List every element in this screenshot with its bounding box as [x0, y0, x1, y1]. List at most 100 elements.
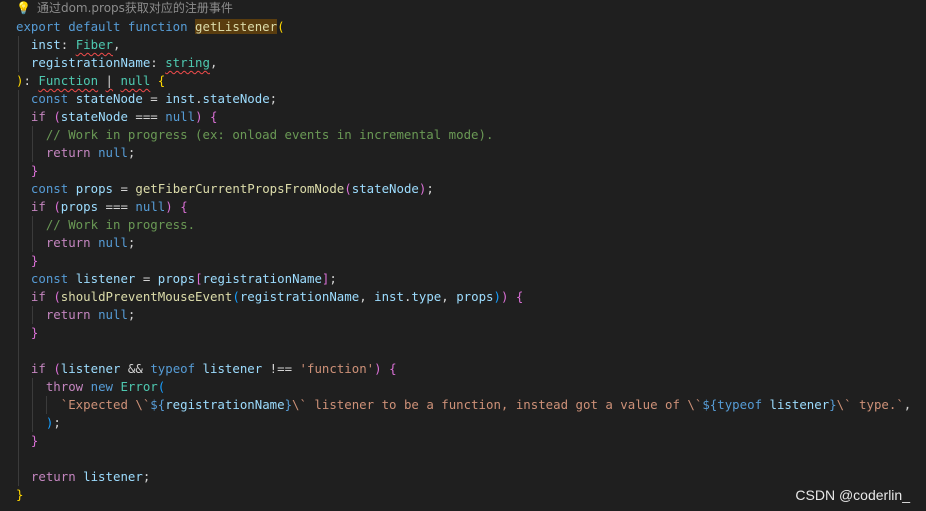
- code-token: {: [389, 361, 397, 376]
- code-token: {: [157, 73, 166, 88]
- code-token: {: [210, 109, 218, 124]
- code-line[interactable]: // Work in progress.: [16, 216, 195, 234]
- code-token: =: [113, 181, 136, 196]
- code-token: // Work in progress.: [45, 217, 196, 232]
- code-token: `Expected \`: [60, 397, 151, 412]
- code-token: }: [16, 487, 24, 502]
- code-token: {: [180, 199, 188, 214]
- code-token: listener: [83, 469, 143, 484]
- code-token: inst: [165, 91, 196, 106]
- code-token: :: [150, 55, 166, 70]
- code-token: null: [98, 307, 128, 322]
- code-line[interactable]: );: [16, 414, 61, 432]
- code-line[interactable]: ): Function | null {: [16, 72, 165, 90]
- code-token: const: [30, 271, 76, 286]
- code-token: if: [30, 361, 54, 376]
- code-line[interactable]: }: [16, 162, 38, 180]
- code-line[interactable]: if (props === null) {: [16, 198, 188, 216]
- code-line[interactable]: if (stateNode === null) {: [16, 108, 218, 126]
- code-line[interactable]: const stateNode = inst.stateNode;: [16, 90, 277, 108]
- code-token: =: [142, 91, 166, 106]
- code-token: ;: [53, 415, 61, 430]
- code-line[interactable]: return listener;: [16, 468, 150, 486]
- code-token: export: [16, 19, 69, 34]
- lightbulb-icon[interactable]: 💡: [16, 1, 31, 15]
- code-token: registrationName: [165, 397, 285, 412]
- code-token: return: [45, 145, 99, 160]
- code-line[interactable]: }: [16, 324, 38, 342]
- code-line[interactable]: const props = getFiberCurrentPropsFromNo…: [16, 180, 434, 198]
- code-token: Error: [120, 379, 158, 394]
- code-token: (: [232, 289, 240, 304]
- code-token: \` type.`: [836, 397, 904, 412]
- code-token: (: [277, 19, 285, 34]
- code-line[interactable]: const listener = props[registrationName]…: [16, 270, 337, 288]
- code-token: props: [60, 199, 99, 214]
- code-token: }: [284, 397, 293, 412]
- code-token: null: [120, 73, 151, 88]
- code-token: stateNode: [202, 91, 270, 106]
- code-token: inst: [374, 289, 404, 304]
- code-token: :: [60, 37, 76, 52]
- code-token: &&: [120, 361, 151, 376]
- code-token: props: [75, 181, 113, 196]
- code-token: [: [195, 271, 203, 286]
- code-token: type: [411, 289, 442, 304]
- code-line[interactable]: registrationName: string,: [16, 54, 218, 72]
- code-token: 'function': [299, 361, 375, 376]
- code-token: // Work in progress (ex: onload events i…: [45, 127, 494, 142]
- code-token: ;: [329, 271, 337, 286]
- code-line[interactable]: }: [16, 252, 38, 270]
- code-token: Function: [38, 73, 99, 88]
- code-token: listener: [202, 361, 263, 376]
- code-line[interactable]: if (listener && typeof listener !== 'fun…: [16, 360, 397, 378]
- code-line[interactable]: return null;: [16, 306, 136, 324]
- code-token: null: [98, 235, 128, 250]
- code-token: stateNode: [60, 109, 128, 124]
- code-token: \` listener to be a function, instead go…: [292, 397, 703, 412]
- code-line[interactable]: `Expected \`${registrationName}\` listen…: [16, 396, 911, 414]
- code-token: props: [157, 271, 196, 286]
- code-token: const: [30, 91, 76, 106]
- code-token: ): [493, 289, 501, 304]
- code-line[interactable]: return null;: [16, 144, 136, 162]
- code-token: ===: [98, 199, 136, 214]
- code-token: if: [30, 289, 54, 304]
- code-token: if: [30, 199, 54, 214]
- code-lens-hint[interactable]: 💡 通过dom.props获取对应的注册事件: [16, 0, 233, 16]
- code-token: ): [195, 109, 203, 124]
- code-token: typeof: [150, 361, 203, 376]
- code-editor[interactable]: 💡 通过dom.props获取对应的注册事件 export default fun…: [0, 0, 926, 511]
- code-token: ): [165, 199, 173, 214]
- code-line[interactable]: throw new Error(: [16, 378, 165, 396]
- code-line[interactable]: return null;: [16, 234, 136, 252]
- code-line[interactable]: }: [16, 486, 23, 504]
- code-line[interactable]: export default function getListener(: [16, 18, 285, 36]
- code-line[interactable]: }: [16, 432, 38, 450]
- code-token: throw: [45, 379, 91, 394]
- code-token: string: [165, 55, 210, 70]
- code-token: stateNode: [75, 91, 143, 106]
- code-token: :: [23, 73, 39, 88]
- code-line[interactable]: inst: Fiber,: [16, 36, 121, 54]
- code-token: ;: [127, 307, 136, 322]
- code-token: Fiber: [75, 37, 113, 52]
- code-token: (: [344, 181, 352, 196]
- code-token: ;: [142, 469, 151, 484]
- code-line[interactable]: // Work in progress (ex: onload events i…: [16, 126, 494, 144]
- code-line[interactable]: if (shouldPreventMouseEvent(registration…: [16, 288, 523, 306]
